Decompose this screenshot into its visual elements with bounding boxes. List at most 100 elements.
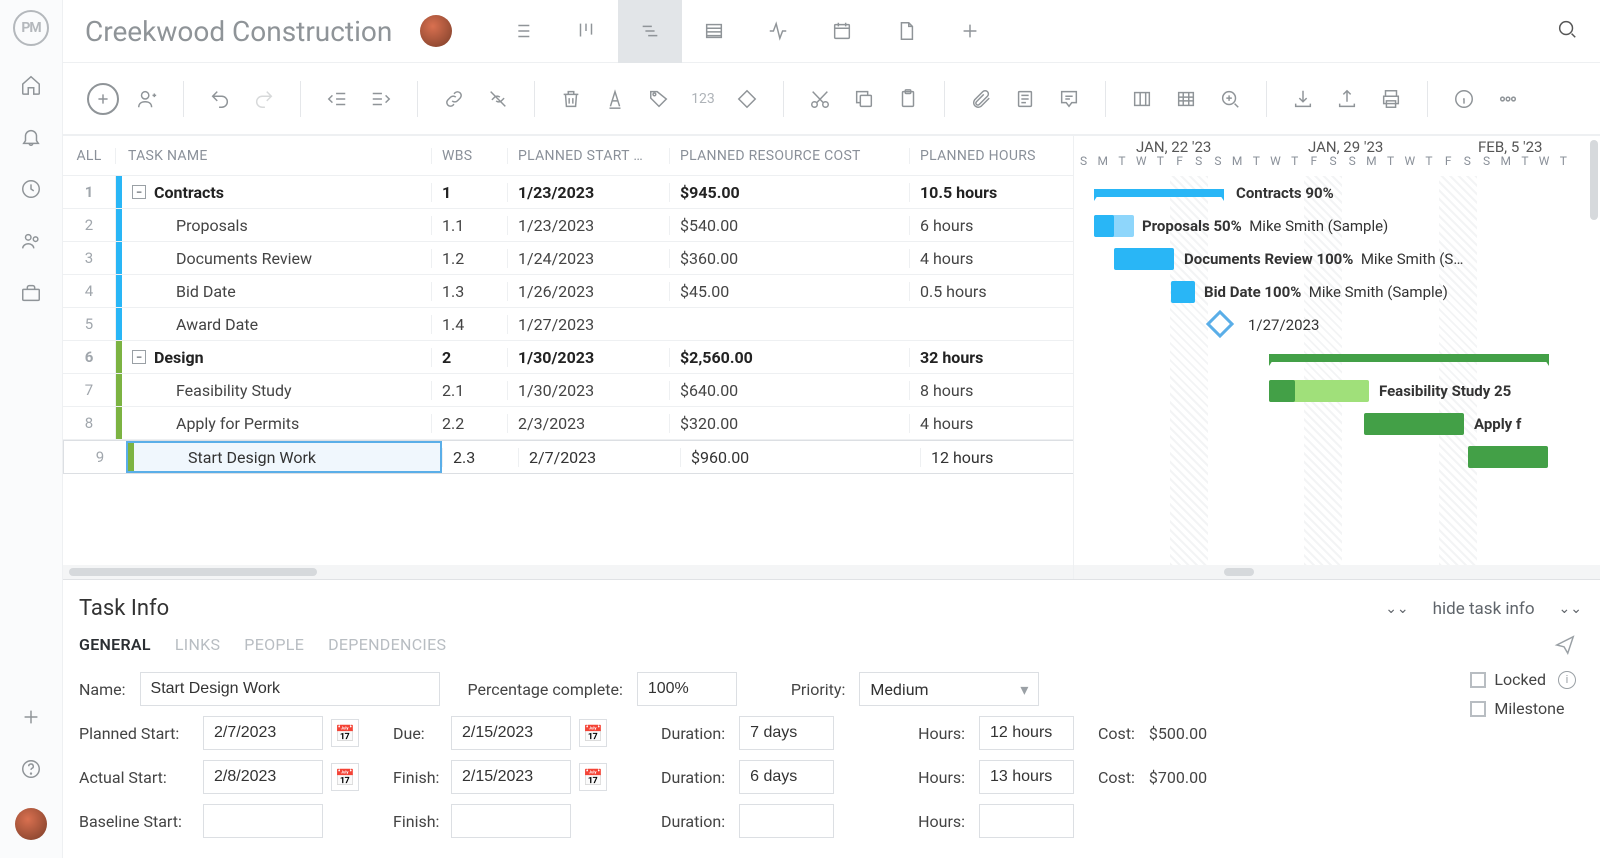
table-row[interactable]: 1−Contracts11/23/2023$945.0010.5 hours (63, 176, 1073, 209)
attach-button[interactable] (965, 83, 997, 115)
col-all[interactable]: ALL (63, 148, 115, 164)
more-button[interactable] (1492, 83, 1524, 115)
col-wbs[interactable]: WBS (431, 148, 507, 164)
gantt-chart[interactable]: JAN, 22 '23JAN, 29 '23FEB, 5 '23 SMTWTFS… (1073, 136, 1600, 579)
gantt-horizontal-scrollbar[interactable] (1074, 565, 1600, 579)
milestone-marker[interactable] (1206, 310, 1234, 338)
text-format-button[interactable] (599, 83, 631, 115)
cut-button[interactable] (804, 83, 836, 115)
bfinish-input[interactable] (451, 804, 571, 838)
bstart-input[interactable] (203, 804, 323, 838)
gantt-vertical-scrollbar[interactable] (1590, 140, 1598, 220)
milestone-checkbox[interactable]: Milestone (1470, 699, 1576, 718)
export-button[interactable] (1331, 83, 1363, 115)
briefcase-icon[interactable] (18, 280, 44, 306)
afinish-input[interactable] (451, 760, 571, 794)
priority-select[interactable]: Medium (859, 672, 1039, 706)
info-icon[interactable]: i (1558, 671, 1576, 689)
tab-links[interactable]: LINKS (175, 635, 220, 654)
table-row[interactable]: 7Feasibility Study2.11/30/2023$640.008 h… (63, 374, 1073, 407)
phrs-input[interactable] (979, 716, 1074, 750)
search-icon[interactable] (1556, 18, 1578, 44)
bell-icon[interactable] (18, 124, 44, 150)
adur-input[interactable] (739, 760, 834, 794)
info-button[interactable] (1448, 83, 1480, 115)
astart-input[interactable] (203, 760, 323, 794)
add-task-button[interactable] (87, 83, 119, 115)
undo-button[interactable] (204, 83, 236, 115)
indent-button[interactable] (365, 83, 397, 115)
delete-button[interactable] (555, 83, 587, 115)
bdur-input[interactable] (739, 804, 834, 838)
collapse-icon[interactable]: − (132, 350, 146, 364)
ahrs-input[interactable] (979, 760, 1074, 794)
table-row[interactable]: 9Start Design Work2.32/7/2023$960.0012 h… (63, 440, 1073, 474)
view-add-icon[interactable] (938, 0, 1002, 63)
pdur-input[interactable] (739, 716, 834, 750)
view-board-icon[interactable] (554, 0, 618, 63)
collapse-icon[interactable]: − (132, 185, 146, 199)
grid-horizontal-scrollbar[interactable] (63, 565, 1073, 579)
table-row[interactable]: 3Documents Review1.21/24/2023$360.004 ho… (63, 242, 1073, 275)
app-logo[interactable]: PM (13, 10, 49, 46)
redo-button[interactable] (248, 83, 280, 115)
due-input[interactable] (451, 716, 571, 750)
tag-button[interactable] (643, 83, 675, 115)
view-list-icon[interactable] (490, 0, 554, 63)
chevron-down-icon[interactable]: ⌄⌄ (1559, 601, 1582, 617)
unlink-button[interactable] (482, 83, 514, 115)
col-cost[interactable]: PLANNED RESOURCE COST (669, 148, 909, 164)
project-avatar[interactable] (420, 15, 452, 47)
chevron-down-icon[interactable]: ⌄⌄ (1385, 601, 1408, 617)
clock-icon[interactable] (18, 176, 44, 202)
paste-button[interactable] (892, 83, 924, 115)
table-row[interactable]: 8Apply for Permits2.22/3/2023$320.004 ho… (63, 407, 1073, 440)
plus-icon[interactable] (18, 704, 44, 730)
print-button[interactable] (1375, 83, 1407, 115)
table-row[interactable]: 5Award Date1.41/27/2023 (63, 308, 1073, 341)
locked-checkbox[interactable]: Lockedi (1470, 670, 1576, 689)
add-person-button[interactable] (131, 83, 163, 115)
zoom-button[interactable] (1214, 83, 1246, 115)
tab-dependencies[interactable]: DEPENDENCIES (328, 635, 446, 654)
note-button[interactable] (1009, 83, 1041, 115)
help-icon[interactable] (18, 756, 44, 782)
table-row[interactable]: 6−Design21/30/2023$2,560.0032 hours (63, 341, 1073, 374)
number-button[interactable]: 123 (687, 83, 719, 115)
view-calendar-icon[interactable] (810, 0, 874, 63)
tab-general[interactable]: GENERAL (79, 635, 151, 654)
calendar-icon[interactable]: 📅 (331, 763, 359, 791)
milestone-icon[interactable] (731, 83, 763, 115)
home-icon[interactable] (18, 72, 44, 98)
name-input[interactable] (140, 672, 440, 706)
col-start[interactable]: PLANNED START … (507, 148, 669, 164)
people-icon[interactable] (18, 228, 44, 254)
table-row[interactable]: 2Proposals1.11/23/2023$540.006 hours (63, 209, 1073, 242)
outdent-button[interactable] (321, 83, 353, 115)
col-taskname[interactable]: TASK NAME (115, 148, 431, 164)
col-hours[interactable]: PLANNED HOURS (909, 148, 1067, 164)
calendar-icon[interactable]: 📅 (579, 719, 607, 747)
table-row[interactable]: 4Bid Date1.31/26/2023$45.000.5 hours (63, 275, 1073, 308)
comment-button[interactable] (1053, 83, 1085, 115)
bhrs-input[interactable] (979, 804, 1074, 838)
import-button[interactable] (1287, 83, 1319, 115)
grid-button[interactable] (1170, 83, 1202, 115)
label-cost: Cost: (1098, 768, 1135, 787)
tab-people[interactable]: PEOPLE (244, 635, 304, 654)
view-sheet-icon[interactable] (682, 0, 746, 63)
copy-button[interactable] (848, 83, 880, 115)
send-icon[interactable] (1554, 634, 1576, 660)
calendar-icon[interactable]: 📅 (331, 719, 359, 747)
calendar-icon[interactable]: 📅 (579, 763, 607, 791)
acost-value: $700.00 (1149, 768, 1207, 787)
hide-taskinfo-button[interactable]: hide task info (1433, 599, 1535, 619)
pstart-input[interactable] (203, 716, 323, 750)
view-gantt-icon[interactable] (618, 0, 682, 63)
user-avatar[interactable] (15, 808, 47, 840)
columns-button[interactable] (1126, 83, 1158, 115)
link-button[interactable] (438, 83, 470, 115)
view-activity-icon[interactable] (746, 0, 810, 63)
pct-input[interactable] (637, 672, 737, 706)
view-file-icon[interactable] (874, 0, 938, 63)
